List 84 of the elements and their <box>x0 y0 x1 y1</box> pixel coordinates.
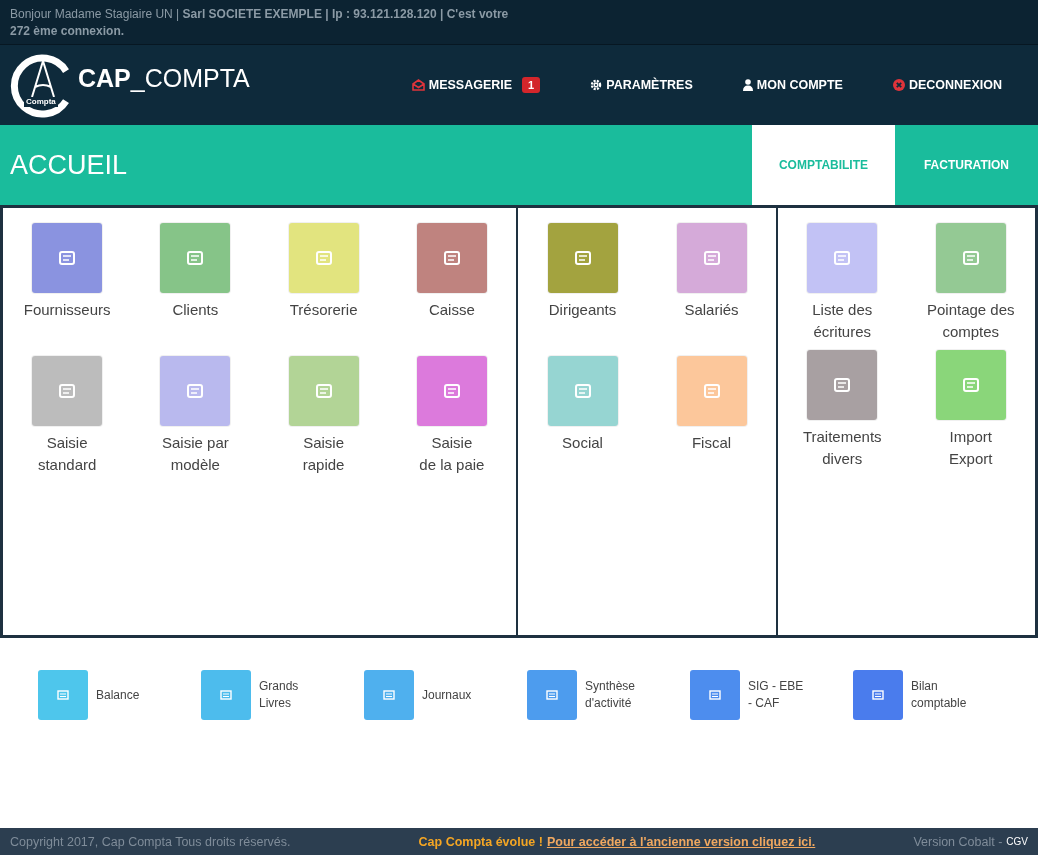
tile-icon <box>961 377 980 393</box>
menu-tile[interactable] <box>32 356 103 426</box>
tile-label: Trésorerie <box>289 300 358 320</box>
menu-tile[interactable] <box>807 350 878 420</box>
menu-tile[interactable] <box>547 223 618 293</box>
tile-icon <box>314 383 333 399</box>
tile-label: Fiscal <box>691 433 732 453</box>
report-button[interactable] <box>364 670 414 720</box>
menu-tile[interactable] <box>416 356 487 426</box>
tile-label: Import Export <box>949 427 993 469</box>
menu-tile[interactable] <box>416 223 487 293</box>
menu-tile[interactable] <box>32 223 103 293</box>
count-badge: 1 <box>522 77 541 93</box>
report-icon <box>872 690 884 700</box>
report-button[interactable] <box>690 670 740 720</box>
settings-icon <box>590 79 603 91</box>
version-text: Version Cobalt - <box>913 834 1003 849</box>
tile-icon <box>58 383 77 399</box>
old-version-link[interactable]: Pour accéder à l'ancienne version cliquez ici. <box>546 834 816 849</box>
page-title: ACCUEIL <box>9 149 128 181</box>
tile-icon <box>186 250 205 266</box>
report-label: Journaux <box>422 686 472 704</box>
logo-text: Compta <box>24 97 58 107</box>
menu-tile[interactable] <box>676 223 747 293</box>
tile-icon <box>961 250 980 266</box>
report-label: Bilan comptable <box>911 678 967 712</box>
nav-link[interactable]: MESSAGERIE 1 <box>411 77 541 93</box>
menu-tile[interactable] <box>288 223 359 293</box>
menu-tile[interactable] <box>935 223 1006 293</box>
tile-label: Social <box>562 433 603 453</box>
tile-label: Saisie par modèle <box>162 433 229 475</box>
menu-tile[interactable] <box>935 350 1006 420</box>
report-icon <box>57 690 69 700</box>
tile-icon <box>58 250 77 266</box>
cgv-link[interactable]: CGV <box>1006 836 1028 847</box>
tile-icon <box>702 383 721 399</box>
menu-tile[interactable] <box>807 223 878 293</box>
tile-icon <box>833 250 852 266</box>
tile-icon <box>702 250 721 266</box>
report-icon <box>383 690 395 700</box>
tile-label: Saisie standard <box>37 433 97 475</box>
tile-label: Liste des écritures <box>812 300 873 342</box>
report-button[interactable] <box>38 670 88 720</box>
report-label: Synthèse d'activité <box>585 678 636 712</box>
nav-link[interactable]: DECONNEXION <box>892 77 1002 93</box>
greeting-text: Bonjour Madame Stagiaire UN | Sarl SOCIETE EXEMPLE | Ip : 93.121.128.120 | C'est votre 272 ème connexion. <box>10 6 510 40</box>
tile-icon <box>442 250 461 266</box>
report-label: SIG - EBE - CAF <box>748 678 804 712</box>
menu-tile[interactable] <box>160 223 231 293</box>
close-icon <box>892 79 905 91</box>
menu-tile[interactable] <box>160 356 231 426</box>
tile-icon <box>573 383 592 399</box>
tile-icon <box>573 250 592 266</box>
menu-tile[interactable] <box>288 356 359 426</box>
menu-tile[interactable] <box>547 356 618 426</box>
report-icon <box>546 690 558 700</box>
tile-label: Saisie de la paie <box>419 433 485 475</box>
report-icon <box>709 690 721 700</box>
copyright-text: Copyright 2017, Cap Compta Tous droits réservés. <box>10 834 291 849</box>
tile-icon <box>186 383 205 399</box>
nav-link[interactable]: MON COMPTE <box>742 77 843 93</box>
report-label: Balance <box>96 686 140 704</box>
report-icon <box>220 690 232 700</box>
tile-icon <box>442 383 461 399</box>
tile-label: Dirigeants <box>548 300 617 320</box>
user-icon <box>742 79 753 91</box>
tile-icon <box>833 377 852 393</box>
tile-label: Pointage des comptes <box>926 300 1015 342</box>
report-label: Grands Livres <box>259 678 299 712</box>
notice-text: Cap Compta évolue ! <box>418 834 543 849</box>
report-button[interactable] <box>853 670 903 720</box>
tile-label: Traitements divers <box>802 427 882 469</box>
tile-label: Salariés <box>684 300 739 320</box>
nav-link[interactable]: PARAMÈTRES <box>590 77 693 93</box>
report-button[interactable] <box>201 670 251 720</box>
menu-tile[interactable] <box>676 356 747 426</box>
tile-label: Caisse <box>428 300 475 320</box>
tile-icon <box>314 250 333 266</box>
brand-name: CAP_COMPTA <box>78 63 250 93</box>
tile-label: Clients <box>172 300 219 320</box>
report-button[interactable] <box>527 670 577 720</box>
envelope-icon <box>411 79 425 91</box>
tile-label: Saisie rapide <box>302 433 345 475</box>
tile-label: Fournisseurs <box>23 300 111 320</box>
